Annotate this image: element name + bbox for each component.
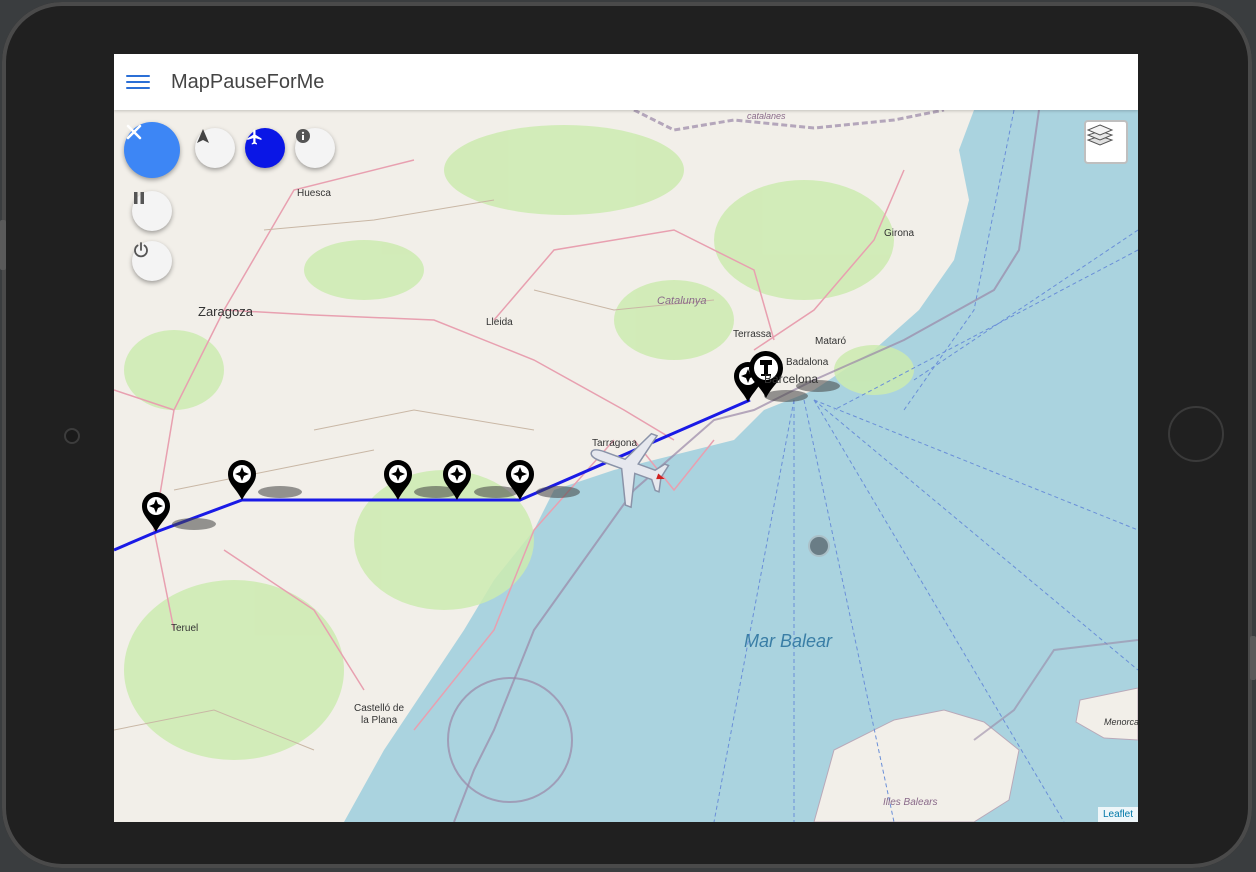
plane-button[interactable]: [245, 128, 285, 168]
app-title: MapPauseForMe: [171, 71, 325, 93]
power-icon: [134, 242, 148, 258]
label-zaragoza: Zaragoza: [198, 304, 254, 319]
hamburger-menu-icon[interactable]: [126, 72, 152, 92]
close-icon: [126, 124, 142, 140]
volume-button: [0, 220, 6, 270]
label-castello-2: la Plana: [361, 715, 398, 726]
label-badalona: Badalona: [786, 357, 829, 368]
label-catalanes: catalanes: [747, 111, 786, 121]
label-teruel: Teruel: [171, 623, 198, 634]
side-button: [1250, 636, 1256, 680]
app-screen: MapPauseForMe Huesca Zaragoza Lleida Cat…: [114, 54, 1138, 822]
info-icon: [296, 129, 310, 143]
layers-button[interactable]: [1084, 120, 1128, 164]
location-dot: [808, 535, 830, 557]
app-bar: MapPauseForMe: [114, 54, 1138, 110]
power-button[interactable]: [132, 241, 172, 281]
close-button[interactable]: [124, 122, 180, 178]
map-attribution[interactable]: Leaflet: [1097, 807, 1138, 822]
label-huesca: Huesca: [297, 188, 331, 199]
label-lleida: Lleida: [486, 317, 513, 328]
home-button[interactable]: [1168, 406, 1224, 462]
layers-icon: [1086, 124, 1114, 146]
navigate-button[interactable]: [195, 128, 235, 168]
label-illes-balears: Illes Balears: [883, 797, 937, 808]
airplane-icon: [247, 129, 262, 145]
label-barcelona: Barcelona: [764, 372, 818, 386]
label-menorca: Menorca: [1104, 717, 1138, 727]
label-catalunya: Catalunya: [657, 295, 707, 307]
info-button[interactable]: [295, 128, 335, 168]
pause-button[interactable]: [132, 191, 172, 231]
map-canvas[interactable]: Huesca Zaragoza Lleida Catalunya Terrass…: [114, 110, 1138, 822]
pause-icon: [134, 192, 144, 204]
map[interactable]: Huesca Zaragoza Lleida Catalunya Terrass…: [114, 110, 1138, 822]
label-terrassa: Terrassa: [733, 329, 772, 340]
navigation-arrow-icon: [197, 129, 209, 143]
label-mar-balear: Mar Balear: [744, 631, 833, 651]
label-mataro: Mataró: [815, 336, 847, 347]
camera: [64, 428, 80, 444]
label-girona: Girona: [884, 228, 914, 239]
label-tarragona: Tarragona: [592, 438, 637, 449]
label-castello-1: Castelló de: [354, 703, 404, 714]
